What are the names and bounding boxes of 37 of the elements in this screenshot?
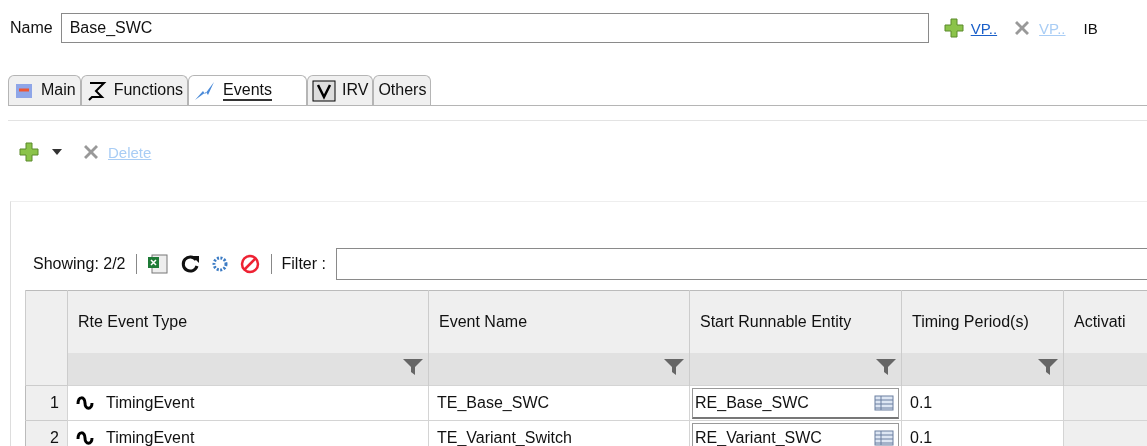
- column-header[interactable]: Start Runnable Entity: [689, 290, 902, 353]
- filter-icon[interactable]: [402, 357, 424, 377]
- filter-label: Filter :: [281, 255, 326, 273]
- plus-icon[interactable]: [942, 17, 965, 39]
- tab[interactable]: Functions: [80, 75, 189, 105]
- row-number: 2: [25, 420, 68, 446]
- clear-icon[interactable]: [238, 253, 261, 275]
- filter-field[interactable]: [335, 248, 1147, 280]
- event-type: TimingEvent: [106, 429, 195, 446]
- entity-field[interactable]: RE_Variant_SWC: [692, 422, 899, 446]
- tab[interactable]: Events: [188, 75, 307, 105]
- row-number: 1: [25, 385, 68, 421]
- column-header[interactable]: Rte Event Type: [67, 290, 429, 353]
- vp-link[interactable]: VP..: [970, 19, 998, 37]
- tab[interactable]: Main: [8, 75, 81, 105]
- filter-icon[interactable]: [663, 357, 685, 377]
- showing-count: Showing: 2/2: [33, 255, 126, 273]
- column-header[interactable]: Timing Period(s): [901, 290, 1064, 353]
- column-header[interactable]: Event Name: [428, 290, 690, 353]
- table-icon[interactable]: [874, 429, 894, 446]
- caret-icon[interactable]: [52, 149, 62, 155]
- name-field[interactable]: Base_SWC: [60, 13, 929, 43]
- filter-icon[interactable]: [1037, 357, 1059, 377]
- name-label: Name: [10, 19, 53, 37]
- tab[interactable]: Others: [373, 75, 432, 105]
- table-cell: 0.1: [901, 385, 1064, 421]
- filter-icon[interactable]: [875, 357, 897, 377]
- tab[interactable]: IRV: [307, 75, 374, 105]
- plus-icon[interactable]: [18, 141, 40, 163]
- table-cell: TE_Base_SWC: [428, 385, 690, 421]
- variable-icon: [312, 79, 336, 102]
- spreadsheet-icon[interactable]: [146, 253, 169, 275]
- table-icon[interactable]: [874, 394, 894, 411]
- column-header[interactable]: Activati: [1063, 290, 1147, 353]
- event-type: TimingEvent: [106, 394, 195, 412]
- ib-label: IB: [1083, 19, 1098, 37]
- entity-field[interactable]: RE_Base_SWC: [692, 387, 899, 419]
